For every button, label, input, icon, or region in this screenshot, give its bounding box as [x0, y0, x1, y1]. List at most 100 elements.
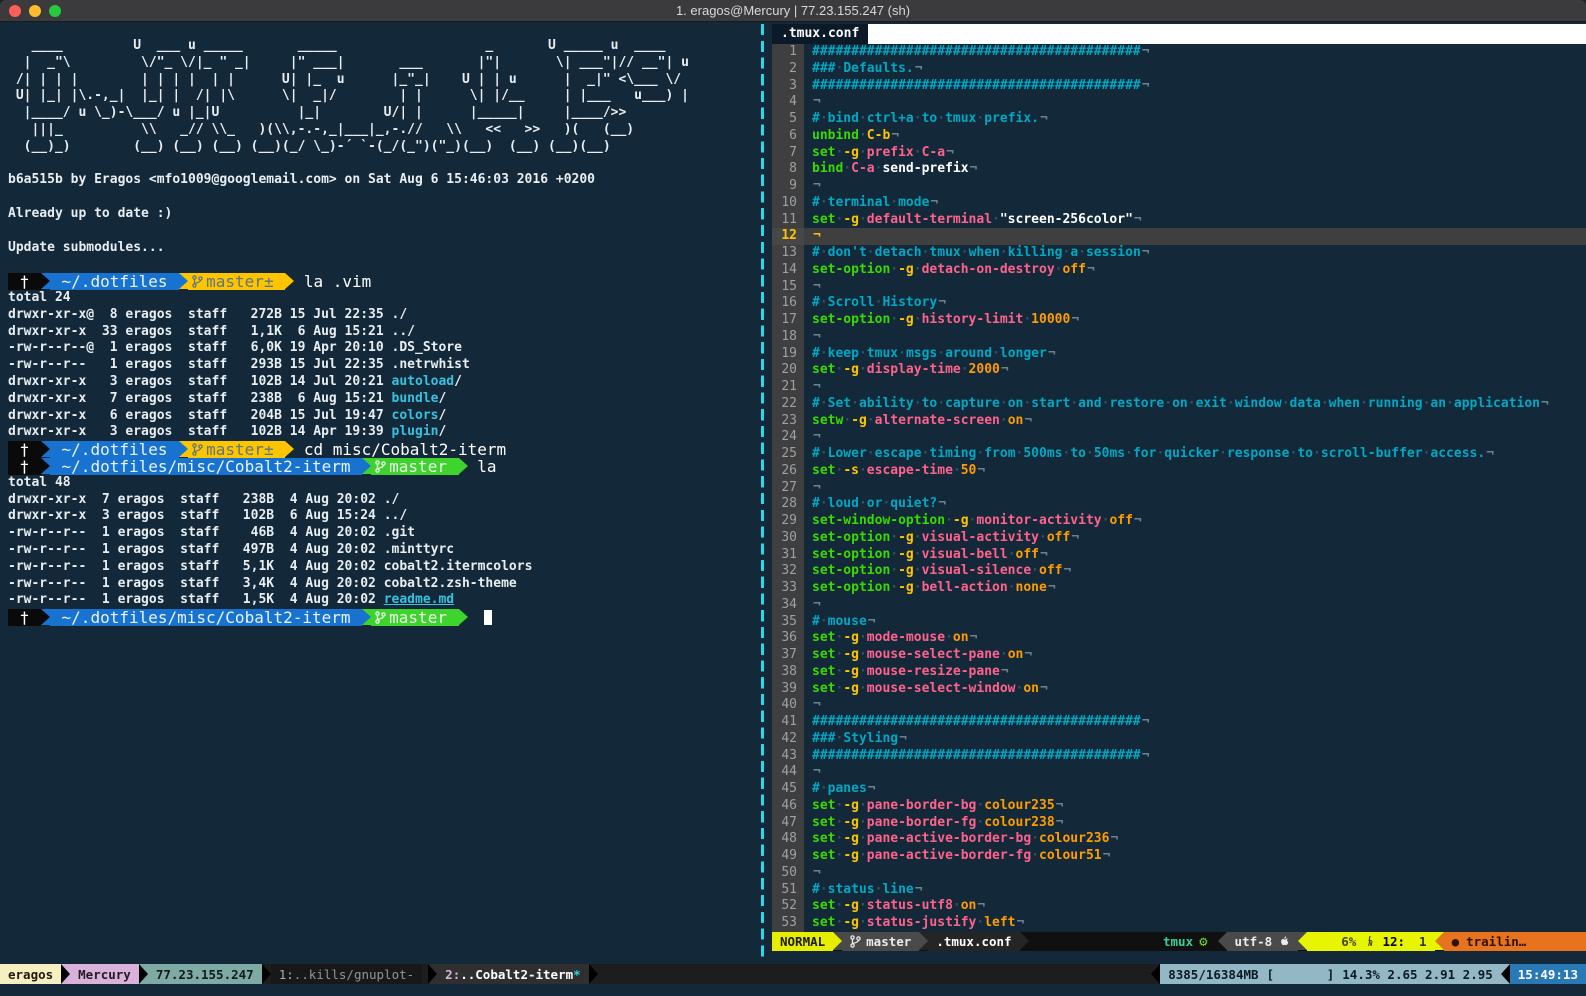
vim-line: 7set·-g·prefix·C-a¬: [772, 145, 1586, 162]
space-dot: ·: [914, 111, 922, 126]
code-text: #·panes¬: [804, 781, 1586, 798]
powerline-separator: [41, 441, 50, 457]
prompt-command[interactable]: la .vim: [294, 273, 371, 290]
token-s: send-prefix: [882, 161, 968, 176]
minimize-button[interactable]: [29, 5, 41, 17]
powerline-separator: [41, 458, 50, 474]
token-v: on: [1023, 681, 1039, 696]
token-f: -g: [843, 664, 859, 679]
tmux-pane-divider[interactable]: [761, 24, 764, 962]
eol-marker: ¬: [1070, 312, 1079, 327]
token-o: history-limit: [922, 312, 1024, 327]
eol-marker: ¬: [1047, 346, 1056, 361]
prompt-command[interactable]: la: [468, 458, 497, 475]
token-v: off: [1016, 547, 1039, 562]
powerline-separator: [61, 964, 70, 984]
git-branch-icon: [375, 460, 386, 473]
file-name: cobalt2.itermcolors: [384, 559, 533, 574]
token-s: "screen-256color": [1000, 212, 1133, 227]
token-k: set-option: [812, 530, 890, 545]
line-number: 24: [772, 429, 804, 446]
code-text: ########################################…: [804, 748, 1586, 765]
space-dot: ·: [875, 882, 883, 897]
line-number: 3: [772, 78, 804, 95]
token-k: set-option: [812, 547, 890, 562]
close-button[interactable]: [9, 5, 21, 17]
token-f: -g: [843, 362, 859, 377]
token-v: 2000: [969, 362, 1000, 377]
line-number: 46: [772, 798, 804, 815]
terminal: ____ U ___ u _____ _____ _ U _____ u ___…: [0, 22, 1586, 996]
code-text: set-option·-g·visual-bell·off¬: [804, 547, 1586, 564]
space-dot: ·: [1000, 413, 1008, 428]
space-dot: ·: [1313, 446, 1321, 461]
token-c: ########################################…: [812, 748, 1141, 763]
code-text: ¬: [804, 329, 1586, 346]
space-dot: ·: [843, 413, 851, 428]
powerline-separator: [428, 964, 437, 984]
vim-buffer[interactable]: 1#######################################…: [772, 44, 1586, 932]
space-dot: ·: [1125, 446, 1133, 461]
statusline-spacer: [1029, 932, 1155, 951]
line-number: 8: [772, 161, 804, 178]
space-dot: ·: [914, 530, 922, 545]
space-dot: ·: [820, 781, 828, 796]
token-k: set: [812, 815, 835, 830]
code-text: set-window-option·-g·monitor-activity·of…: [804, 513, 1586, 530]
line-number: 50: [772, 865, 804, 882]
eol-marker: ¬: [1102, 848, 1111, 863]
space-dot: ·: [914, 396, 922, 411]
eol-marker: ¬: [1016, 915, 1025, 930]
powerline-separator: [459, 458, 468, 474]
eol-marker: ¬: [1133, 212, 1142, 227]
token-f: C-b: [867, 128, 890, 143]
dir-slash: /: [454, 374, 462, 389]
space-dot: ·: [914, 262, 922, 277]
line-number: 23: [772, 413, 804, 430]
token-c: #·keep·tmux·msgs·around·longer: [812, 346, 1047, 361]
file-name: ./: [384, 492, 400, 507]
powerline-separator: [1151, 964, 1160, 984]
eol-marker: ¬: [914, 61, 923, 76]
terminal-cursor: [484, 610, 492, 625]
vim-line: 10#·terminal·mode¬: [772, 195, 1586, 212]
eol-marker: ¬: [1070, 530, 1079, 545]
token-k: set: [812, 647, 835, 662]
file-name[interactable]: readme.md: [384, 592, 454, 607]
git-branch-icon: [192, 443, 203, 456]
prompt-command[interactable]: [468, 609, 478, 626]
token-c: ########################################…: [812, 78, 1141, 93]
file-name: .DS_Store: [392, 340, 462, 355]
eol-marker: ¬: [969, 161, 978, 176]
space-dot: ·: [1023, 396, 1031, 411]
memory-gauge: [ ]: [1267, 967, 1335, 982]
line-number: 47: [772, 815, 804, 832]
space-dot: ·: [835, 61, 843, 76]
powerline-separator: [179, 441, 188, 457]
token-c: ###·Defaults.: [812, 61, 914, 76]
file-row: drwxr-xr-x 3 eragos staff 102B 14 Apr 19…: [8, 424, 758, 441]
token-o: default-terminal: [867, 212, 992, 227]
zoom-button[interactable]: [49, 5, 61, 17]
line-number: 26: [772, 463, 804, 480]
line-number: 45: [772, 781, 804, 798]
prompt-command[interactable]: cd misc/Cobalt2-iterm: [294, 441, 506, 458]
code-text: ¬: [804, 480, 1586, 497]
space-dot: ·: [1188, 396, 1196, 411]
vim-tab-tmux-conf[interactable]: .tmux.conf: [772, 24, 868, 44]
code-text: ###·Defaults.¬: [804, 61, 1586, 78]
shell-pane[interactable]: ____ U ___ u _____ _____ _ U _____ u ___…: [0, 22, 758, 962]
space-dot: ·: [961, 362, 969, 377]
tmux-window-1[interactable]: 1:..kills/gnuplot-: [271, 964, 422, 984]
space-dot: ·: [890, 547, 898, 562]
token-o: mouse-resize-pane: [867, 664, 1000, 679]
token-o: bell-action: [922, 580, 1008, 595]
code-text: #·mouse¬: [804, 614, 1586, 631]
token-f: -g: [843, 898, 859, 913]
ascii-art-line: ____ U ___ u _____ _____ _ U _____ u ___…: [8, 38, 758, 55]
cursor-line: 12:: [1382, 934, 1405, 949]
statusline-trailing-warning: ● trailin…: [1444, 932, 1586, 951]
line-number: 37: [772, 647, 804, 664]
tmux-window-2[interactable]: 2:..Cobalt2-iterm*: [437, 964, 588, 984]
vim-pane[interactable]: .tmux.conf 1############################…: [772, 24, 1586, 951]
